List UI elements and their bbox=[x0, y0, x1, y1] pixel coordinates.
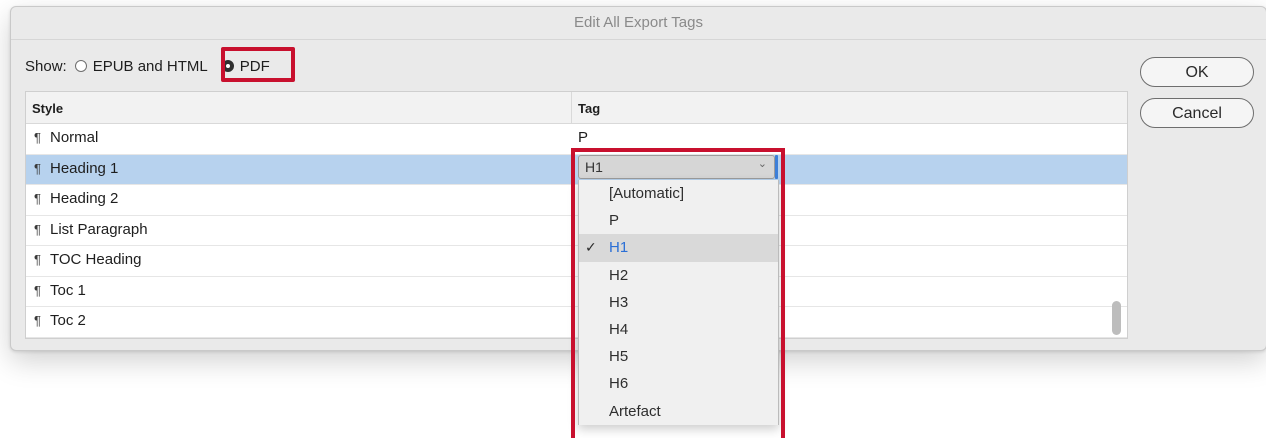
column-header-tag[interactable]: Tag bbox=[578, 101, 600, 116]
paragraph-style-icon: ¶ bbox=[34, 252, 41, 267]
row-style-name: Heading 1 bbox=[50, 159, 119, 177]
column-header-style[interactable]: Style bbox=[32, 101, 63, 116]
dropdown-highlight-box bbox=[571, 148, 785, 438]
row-style-name: Heading 2 bbox=[50, 190, 119, 207]
paragraph-style-icon: ¶ bbox=[34, 221, 41, 237]
ok-button[interactable]: OK bbox=[1140, 57, 1254, 87]
show-label: Show: bbox=[25, 57, 67, 75]
table-header: Style Tag bbox=[26, 92, 1127, 124]
row-style-name: TOC Heading bbox=[50, 251, 142, 268]
radio-epub-html-label: EPUB and HTML bbox=[92, 57, 208, 75]
row-style-name: Toc 2 bbox=[50, 312, 86, 329]
row-tag-value[interactable]: P bbox=[578, 129, 588, 146]
table-scrollbar[interactable] bbox=[1112, 125, 1121, 335]
scrollbar-thumb[interactable] bbox=[1112, 301, 1121, 335]
dialog-title: Edit All Export Tags bbox=[11, 7, 1266, 40]
radio-epub-html[interactable]: EPUB and HTML bbox=[74, 57, 208, 75]
row-style-name: List Paragraph bbox=[50, 220, 148, 238]
pdf-highlight-box bbox=[221, 47, 295, 82]
paragraph-style-icon: ¶ bbox=[34, 160, 41, 176]
paragraph-style-icon: ¶ bbox=[34, 191, 41, 206]
column-divider bbox=[571, 92, 572, 123]
radio-epub-html-icon[interactable] bbox=[74, 60, 87, 72]
paragraph-style-icon: ¶ bbox=[34, 130, 41, 145]
paragraph-style-icon: ¶ bbox=[34, 313, 41, 328]
row-style-name: Toc 1 bbox=[50, 281, 86, 299]
row-style-name: Normal bbox=[50, 129, 99, 146]
paragraph-style-icon: ¶ bbox=[34, 282, 41, 298]
cancel-button[interactable]: Cancel bbox=[1140, 98, 1254, 128]
